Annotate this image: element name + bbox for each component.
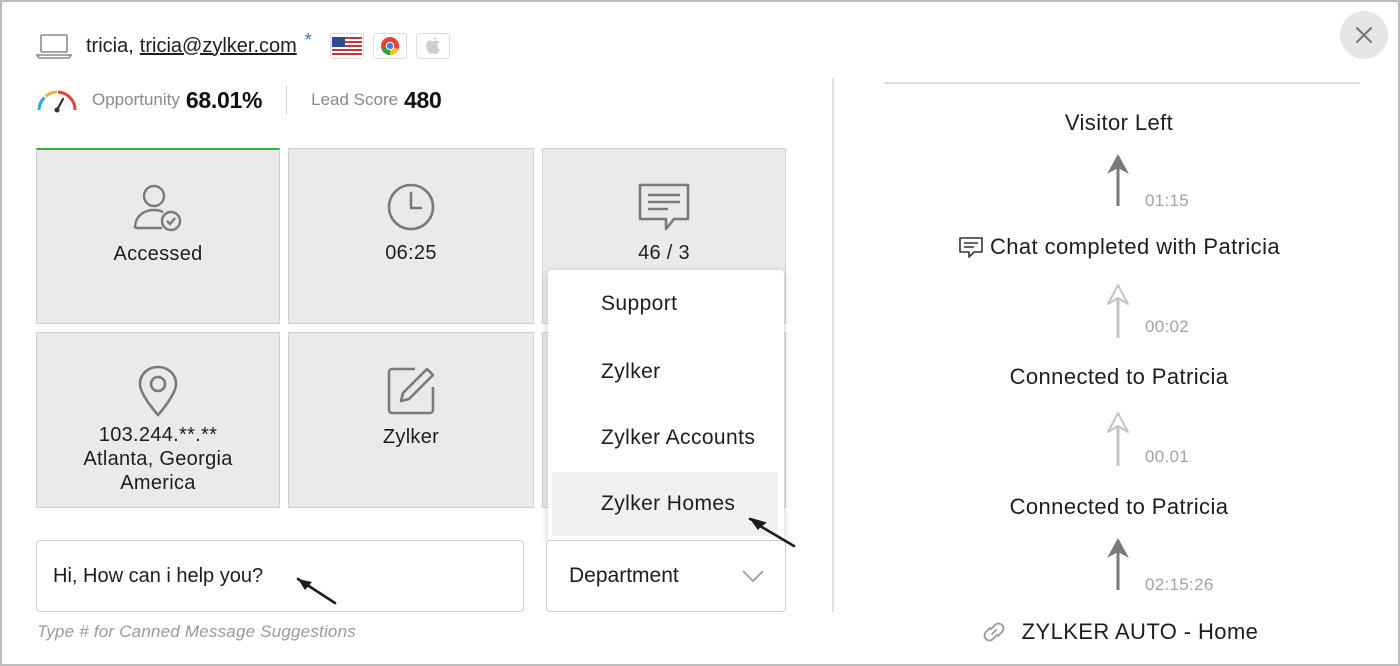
timeline-event-connected: Connected to Patricia	[1009, 364, 1229, 389]
opportunity-value: 68.01%	[185, 86, 263, 113]
score-separator	[286, 86, 288, 114]
canned-message-hint: Type # for Canned Message Suggestions	[37, 622, 356, 641]
timeline-event-landing-page[interactable]: ZYLKER AUTO - Home	[884, 618, 1354, 652]
chevron-down-icon	[742, 570, 764, 583]
required-star: *	[304, 29, 312, 50]
tile-accessed-text: Accessed	[113, 243, 203, 265]
arrow-up-outline-icon	[1107, 412, 1129, 466]
timeline-event-label: Chat completed with Patricia	[990, 234, 1280, 259]
close-button[interactable]	[1340, 11, 1388, 59]
timeline-top-divider	[884, 82, 1360, 84]
tile-notes[interactable]: Zylker	[288, 332, 534, 508]
location-country: America	[120, 472, 196, 494]
location-ip: 103.244.**.**	[98, 424, 218, 446]
browser-badge	[372, 33, 407, 59]
chat-icon	[959, 237, 983, 258]
pointer-arrow-icon	[296, 577, 337, 605]
arrow-up-outline-icon	[1107, 284, 1129, 338]
department-dropdown-menu: Support Zylker Zylker Accounts Zylker Ho…	[548, 270, 784, 542]
department-select[interactable]: Department	[546, 540, 786, 612]
visitor-name: tricia,	[86, 34, 134, 57]
country-badge	[329, 33, 364, 59]
user-check-icon	[133, 184, 182, 232]
clock-icon	[387, 183, 435, 231]
link-icon	[983, 622, 1005, 642]
timeline-duration: 01:15	[1145, 191, 1190, 210]
apple-icon	[426, 36, 440, 54]
timeline-event-connected: Connected to Patricia	[1009, 494, 1229, 519]
visitor-header: tricia, tricia@zylker.com *	[36, 30, 450, 62]
arrow-up-icon	[1107, 538, 1129, 590]
tile-duration-text: 06:25	[385, 242, 437, 264]
department-option-support[interactable]: Support	[552, 272, 778, 336]
tile-accessed[interactable]: Accessed	[36, 148, 280, 324]
message-input[interactable]	[36, 540, 524, 612]
department-option-zylker-homes[interactable]: Zylker Homes	[552, 472, 778, 536]
tile-duration[interactable]: 06:25	[288, 148, 534, 324]
laptop-icon	[36, 34, 72, 59]
chrome-icon	[380, 37, 399, 56]
tile-notes-text: Zylker	[382, 426, 440, 448]
chat-icon	[638, 183, 690, 231]
panel-divider	[832, 78, 834, 612]
timeline-event-visitor-left: Visitor Left	[1064, 110, 1174, 135]
us-flag-icon	[331, 37, 362, 55]
department-select-label: Department	[569, 564, 679, 587]
tile-messages-text: 46 / 3	[638, 242, 690, 264]
pointer-arrow-icon	[748, 517, 796, 548]
timeline-duration: 02:15:26	[1145, 575, 1214, 594]
arrow-up-icon	[1107, 154, 1129, 206]
visitor-email-link[interactable]: tricia@zylker.com	[140, 35, 297, 58]
department-option-zylker-accounts[interactable]: Zylker Accounts	[552, 406, 778, 470]
lead-score-value: 480	[404, 86, 442, 113]
timeline-event-chat-completed: Chat completed with Patricia	[884, 234, 1354, 265]
department-option-zylker[interactable]: Zylker	[552, 340, 778, 404]
lead-score-label: Lead Score	[311, 90, 399, 109]
score-row: Opportunity 68.01% Lead Score 480	[36, 85, 442, 115]
location-city: Atlanta, Georgia	[83, 448, 233, 470]
close-icon	[1356, 27, 1372, 43]
location-pin-icon	[138, 365, 178, 417]
edit-icon	[387, 367, 435, 415]
gauge-icon	[37, 90, 77, 113]
os-badge	[415, 33, 450, 59]
tile-location[interactable]: 103.244.**.** Atlanta, Georgia America	[36, 332, 280, 508]
timeline-duration: 00:02	[1145, 317, 1190, 336]
opportunity-label: Opportunity	[92, 90, 180, 109]
timeline-event-label: ZYLKER AUTO - Home	[1021, 619, 1259, 644]
timeline-duration: 00.01	[1145, 447, 1190, 466]
tile-location-text: 103.244.**.** Atlanta, Georgia America	[83, 423, 232, 495]
